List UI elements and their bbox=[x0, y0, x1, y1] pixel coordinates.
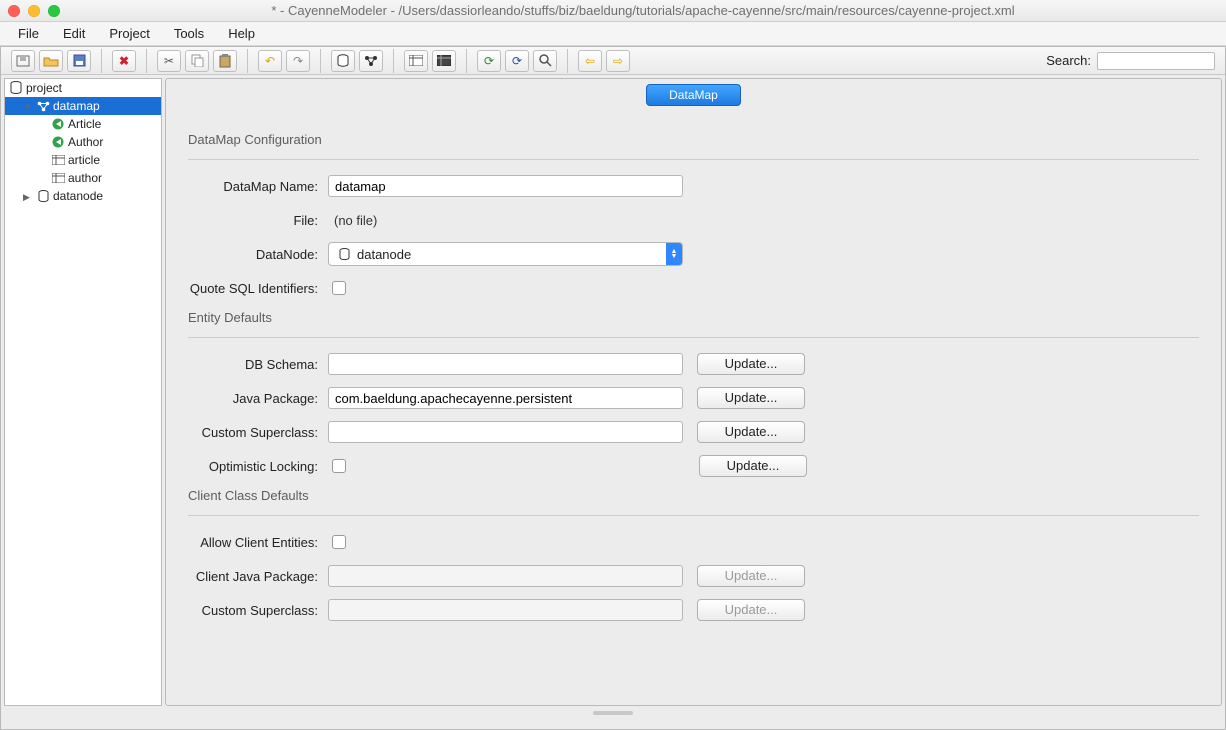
quote-sql-checkbox[interactable] bbox=[332, 281, 346, 295]
label-datanode: DataNode: bbox=[188, 247, 328, 262]
search-label: Search: bbox=[1046, 53, 1091, 68]
create-objentity-button[interactable] bbox=[432, 50, 456, 72]
create-datamap-button[interactable] bbox=[359, 50, 383, 72]
tree-datamap[interactable]: datamap bbox=[5, 97, 161, 115]
datanode-select-value: datanode bbox=[357, 247, 411, 262]
label-quote-sql: Quote SQL Identifiers: bbox=[188, 281, 328, 296]
window-minimize[interactable] bbox=[28, 5, 40, 17]
tree-node-label: article bbox=[68, 153, 100, 167]
tree-node-label: datamap bbox=[53, 99, 100, 113]
menu-help[interactable]: Help bbox=[216, 23, 267, 44]
nav-forward-button[interactable]: ⇨ bbox=[606, 50, 630, 72]
label-java-package: Java Package: bbox=[188, 391, 328, 406]
cut-button[interactable]: ✂ bbox=[157, 50, 181, 72]
update-client-superclass-button: Update... bbox=[697, 599, 805, 621]
tree-db-author[interactable]: author bbox=[5, 169, 161, 187]
window-maximize[interactable] bbox=[48, 5, 60, 17]
tree-datanode[interactable]: datanode bbox=[5, 187, 161, 205]
update-locking-button[interactable]: Update... bbox=[699, 455, 807, 477]
divider bbox=[188, 159, 1199, 160]
tree-db-article[interactable]: article bbox=[5, 151, 161, 169]
datamap-icon bbox=[36, 99, 50, 113]
section-entity-defaults: Entity Defaults bbox=[188, 310, 1199, 325]
label-client-java-package: Client Java Package: bbox=[188, 569, 328, 584]
allow-client-entities-checkbox[interactable] bbox=[332, 535, 346, 549]
caret-icon[interactable] bbox=[23, 99, 33, 113]
generate-classes-button[interactable]: ⟳ bbox=[505, 50, 529, 72]
label-custom-superclass: Custom Superclass: bbox=[188, 425, 328, 440]
caret-icon[interactable] bbox=[23, 189, 33, 203]
menu-project[interactable]: Project bbox=[97, 23, 161, 44]
nav-back-button[interactable]: ⇦ bbox=[578, 50, 602, 72]
datanode-icon bbox=[337, 247, 351, 261]
database-icon bbox=[9, 81, 23, 95]
window-close[interactable] bbox=[8, 5, 20, 17]
client-java-package-input bbox=[328, 565, 683, 587]
tree-root[interactable]: project bbox=[5, 79, 161, 97]
tree-obj-author[interactable]: Author bbox=[5, 133, 161, 151]
menu-file[interactable]: File bbox=[6, 23, 51, 44]
open-button[interactable] bbox=[39, 50, 63, 72]
status-bar bbox=[1, 709, 1225, 729]
custom-superclass-input[interactable] bbox=[328, 421, 683, 443]
menu-tools[interactable]: Tools bbox=[162, 23, 216, 44]
dbentity-icon bbox=[51, 171, 65, 185]
tab-datamap[interactable]: DataMap bbox=[646, 84, 741, 106]
project-tree[interactable]: project datamap Article Author article bbox=[4, 78, 162, 706]
new-project-button[interactable] bbox=[11, 50, 35, 72]
delete-button[interactable]: ✖ bbox=[112, 50, 136, 72]
objentity-icon bbox=[51, 135, 65, 149]
label-optimistic-locking: Optimistic Locking: bbox=[188, 459, 328, 474]
update-superclass-button[interactable]: Update... bbox=[697, 421, 805, 443]
tree-node-label: author bbox=[68, 171, 102, 185]
tree-node-label: datanode bbox=[53, 189, 103, 203]
dbentity-icon bbox=[51, 153, 65, 167]
menu-bar: File Edit Project Tools Help bbox=[0, 22, 1226, 46]
paste-button[interactable] bbox=[213, 50, 237, 72]
resize-handle-icon[interactable] bbox=[593, 711, 633, 715]
db-schema-input[interactable] bbox=[328, 353, 683, 375]
java-package-input[interactable] bbox=[328, 387, 683, 409]
tree-node-label: project bbox=[26, 81, 62, 95]
datanode-icon bbox=[36, 189, 50, 203]
optimistic-locking-checkbox[interactable] bbox=[332, 459, 346, 473]
objentity-icon bbox=[51, 117, 65, 131]
window-title: * - CayenneModeler - /Users/dassiorleand… bbox=[68, 3, 1218, 18]
update-client-package-button: Update... bbox=[697, 565, 805, 587]
label-file: File: bbox=[188, 213, 328, 228]
editor-panel: DataMap DataMap Configuration DataMap Na… bbox=[165, 78, 1222, 706]
tree-obj-article[interactable]: Article bbox=[5, 115, 161, 133]
redo-button[interactable]: ↷ bbox=[286, 50, 310, 72]
zoom-button[interactable] bbox=[533, 50, 557, 72]
datamap-name-input[interactable] bbox=[328, 175, 683, 197]
toolbar: ✖ ✂ ↶ ↷ bbox=[1, 47, 1225, 75]
file-value: (no file) bbox=[328, 213, 377, 228]
update-package-button[interactable]: Update... bbox=[697, 387, 805, 409]
chevron-updown-icon: ▲▼ bbox=[666, 243, 682, 265]
titlebar: * - CayenneModeler - /Users/dassiorleand… bbox=[0, 0, 1226, 22]
divider bbox=[188, 515, 1199, 516]
reengineer-button[interactable]: ⟳ bbox=[477, 50, 501, 72]
create-dbentity-button[interactable] bbox=[404, 50, 428, 72]
label-db-schema: DB Schema: bbox=[188, 357, 328, 372]
menu-edit[interactable]: Edit bbox=[51, 23, 97, 44]
section-client-defaults: Client Class Defaults bbox=[188, 488, 1199, 503]
divider bbox=[188, 337, 1199, 338]
label-datamap-name: DataMap Name: bbox=[188, 179, 328, 194]
undo-button[interactable]: ↶ bbox=[258, 50, 282, 72]
save-button[interactable] bbox=[67, 50, 91, 72]
label-allow-client-entities: Allow Client Entities: bbox=[188, 535, 328, 550]
client-custom-superclass-input bbox=[328, 599, 683, 621]
update-schema-button[interactable]: Update... bbox=[697, 353, 805, 375]
copy-button[interactable] bbox=[185, 50, 209, 72]
datanode-select[interactable]: datanode ▲▼ bbox=[328, 242, 683, 266]
tree-node-label: Article bbox=[68, 117, 101, 131]
create-datanode-button[interactable] bbox=[331, 50, 355, 72]
section-datamap-config: DataMap Configuration bbox=[188, 132, 1199, 147]
label-client-custom-superclass: Custom Superclass: bbox=[188, 603, 328, 618]
search-input[interactable] bbox=[1097, 52, 1215, 70]
tree-node-label: Author bbox=[68, 135, 103, 149]
